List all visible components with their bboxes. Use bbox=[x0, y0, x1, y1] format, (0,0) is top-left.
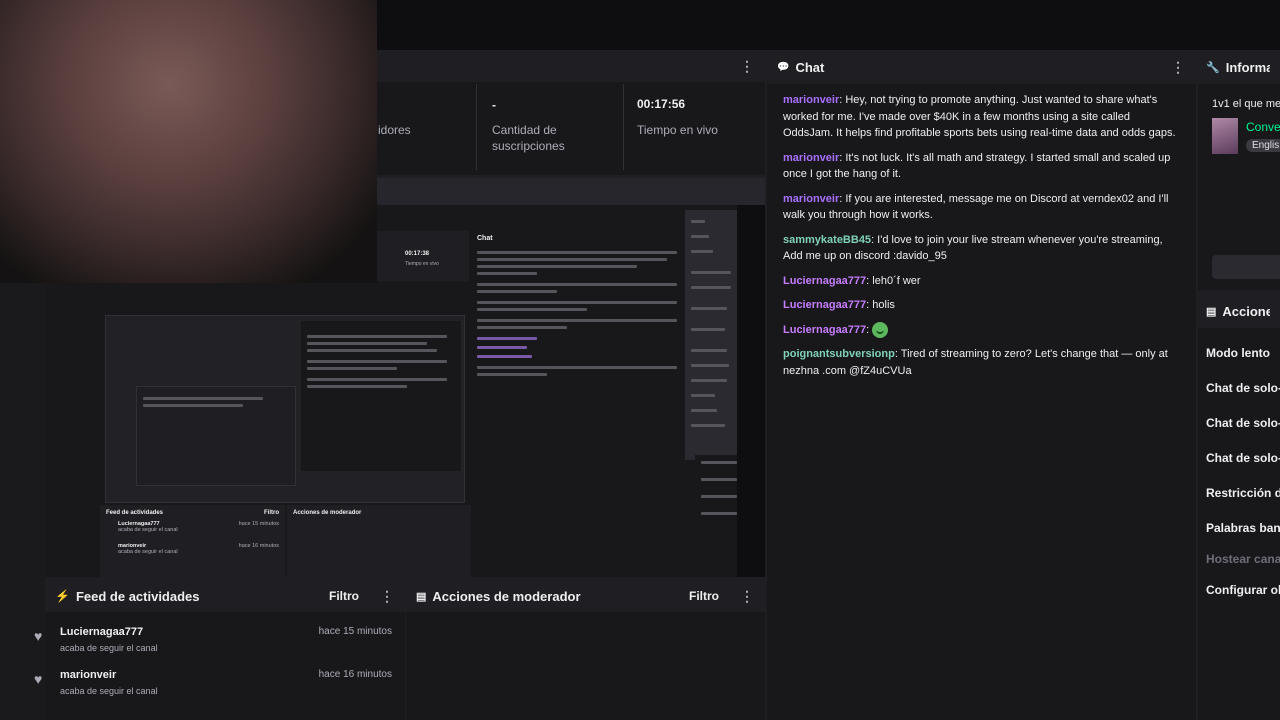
mod-tools-title: Acciones d bbox=[1222, 303, 1270, 319]
stats-more-icon[interactable]: ⋮ bbox=[739, 58, 755, 75]
activity-more-icon[interactable]: ⋮ bbox=[379, 588, 395, 605]
mod-actions-title: Acciones de moderador bbox=[432, 588, 581, 604]
chat-username[interactable]: Luciernagaa777 bbox=[783, 324, 866, 336]
activity-time: hace 15 minutos bbox=[318, 626, 392, 637]
activity-filter-button[interactable]: Filtro bbox=[329, 589, 359, 603]
chat-username[interactable]: Luciernagaa777 bbox=[783, 275, 866, 287]
chat-message: poignantsubversionp: Tired of streaming … bbox=[783, 346, 1180, 379]
chat-message: marionveir: If you are interested, messa… bbox=[783, 191, 1180, 224]
preview-right-edge bbox=[737, 205, 765, 577]
chat-message-list: marionveir: Hey, not trying to promote a… bbox=[767, 84, 1196, 379]
nested-activity-sub: acaba de seguir el canal bbox=[118, 549, 178, 555]
mod-tool-host-channel[interactable]: Hostear cana bbox=[1206, 552, 1280, 566]
chat-username[interactable]: marionveir bbox=[783, 152, 839, 164]
mod-tools-panel: ▤ Acciones d Modo lento Chat de solo- Ch… bbox=[1198, 294, 1280, 720]
mod-tool-banned-words[interactable]: Palabras bane bbox=[1206, 521, 1280, 535]
chat-more-icon[interactable]: ⋮ bbox=[1170, 59, 1186, 76]
left-gutter bbox=[0, 283, 45, 720]
nested-chat-title: Chat bbox=[477, 235, 493, 242]
chat-header: 💬 Chat ⋮ bbox=[767, 50, 1196, 84]
mod-tool-slow-mode[interactable]: Modo lento bbox=[1206, 346, 1270, 360]
stat-subs-label: Cantidad de suscripciones bbox=[492, 123, 565, 153]
nested-live-value: 00:17:38 bbox=[405, 251, 430, 257]
mod-actions-header: ▤ Acciones de moderador Filtro ⋮ bbox=[406, 580, 765, 612]
clipboard-icon: ▤ bbox=[1206, 305, 1217, 318]
nested-live-label: Tiempo en vivo bbox=[405, 261, 439, 267]
document-icon: ▤ bbox=[416, 590, 427, 603]
nested-activity-sub: acaba de seguir el canal bbox=[118, 527, 178, 533]
nested-activity-time: hace 16 minutos bbox=[238, 543, 279, 549]
chat-message: Luciernagaa777: bbox=[783, 321, 1180, 339]
chat-message: marionveir: It's not luck. It's all math… bbox=[783, 150, 1180, 183]
mod-tool-chat-mode[interactable]: Chat de solo- bbox=[1206, 416, 1280, 430]
mod-tool-chat-mode[interactable]: Chat de solo- bbox=[1206, 381, 1280, 395]
edit-info-button[interactable] bbox=[1212, 255, 1280, 279]
mod-tool-restriction[interactable]: Restricción d bbox=[1206, 486, 1280, 500]
nested-mod-list bbox=[695, 455, 737, 577]
stream-info-header: 🔧 Informació bbox=[1198, 50, 1280, 84]
chat-text: : leh0´f wer bbox=[866, 274, 921, 287]
nested-stats: 00:17:38 Tiempo en vivo bbox=[377, 231, 469, 281]
chat-text: : If you are interested, message me on D… bbox=[783, 192, 1169, 222]
activity-feed-header: ⚡ Feed de actividades Filtro ⋮ bbox=[45, 580, 405, 612]
mod-tool-configure[interactable]: Configurar ob bbox=[1206, 583, 1280, 597]
nested-activity: Feed de actividades Filtro Luciernagaa77… bbox=[100, 505, 285, 577]
activity-feed-title: Feed de actividades bbox=[75, 588, 200, 604]
nested-activity-time: hace 15 minutos bbox=[238, 521, 279, 527]
chat-message: Luciernagaa777: leh0´f wer bbox=[783, 273, 1180, 290]
mod-tool-chat-mode[interactable]: Chat de solo- bbox=[1206, 451, 1280, 465]
activity-item: ♥ Luciernagaa777 acaba de seguir el cana… bbox=[34, 626, 394, 653]
chat-username[interactable]: poignantsubversionp bbox=[783, 348, 895, 360]
stat-live-label: Tiempo en vivo bbox=[637, 123, 718, 137]
green-face-emote bbox=[872, 321, 889, 338]
nested-activity-title: Feed de actividades bbox=[106, 510, 164, 516]
chat-panel: 💬 Chat ⋮ marionveir: Hey, not trying to … bbox=[767, 50, 1196, 720]
stat-subs-value: - bbox=[492, 98, 496, 112]
stream-info-panel: 🔧 Informació 1v1 el que me Conve Englis bbox=[1198, 50, 1280, 290]
chat-text: : It's not luck. It's all math and strat… bbox=[783, 151, 1171, 181]
chat-title: Chat bbox=[795, 59, 825, 75]
mod-actions-panel: ▤ Acciones de moderador Filtro ⋮ bbox=[406, 580, 765, 720]
stat-live-value: 00:17:56 bbox=[637, 97, 686, 111]
category-thumbnail[interactable] bbox=[1212, 118, 1238, 154]
activity-item: ♥ marionveir acaba de seguir el canal ha… bbox=[34, 669, 394, 696]
heart-icon: ♥ bbox=[34, 628, 43, 644]
chat-message: Luciernagaa777: holis bbox=[783, 297, 1180, 314]
chat-message: sammykateBB45: I'd love to join your liv… bbox=[783, 232, 1180, 265]
webcam-overlay bbox=[0, 0, 377, 283]
mod-more-icon[interactable]: ⋮ bbox=[739, 588, 755, 605]
activity-time: hace 16 minutos bbox=[318, 669, 392, 680]
chat-username[interactable]: Luciernagaa777 bbox=[783, 299, 866, 311]
heart-icon: ♥ bbox=[34, 671, 43, 687]
language-tag[interactable]: Englis bbox=[1246, 139, 1280, 152]
chat-text: : holis bbox=[866, 299, 895, 311]
mod-filter-button[interactable]: Filtro bbox=[689, 589, 719, 603]
lightning-icon: ⚡ bbox=[55, 589, 70, 603]
chat-bubble-icon: 💬 bbox=[777, 61, 790, 73]
nested-level-2 bbox=[105, 315, 465, 503]
category-link[interactable]: Conve bbox=[1246, 120, 1280, 134]
stat-partial-label: idores bbox=[378, 123, 411, 137]
activity-description: acaba de seguir el canal bbox=[60, 643, 158, 653]
activity-description: acaba de seguir el canal bbox=[60, 686, 158, 696]
stream-title: 1v1 el que me bbox=[1212, 98, 1280, 110]
nested-mod-actions: Acciones de moderador bbox=[287, 505, 471, 577]
stat-divider bbox=[476, 84, 477, 170]
stream-info-title: Informació bbox=[1225, 59, 1270, 75]
chat-username[interactable]: marionveir bbox=[783, 94, 839, 106]
mod-tools-header: ▤ Acciones d bbox=[1198, 294, 1280, 328]
nested-mod-title: Acciones de moderador bbox=[293, 510, 362, 516]
chat-message: marionveir: Hey, not trying to promote a… bbox=[783, 92, 1180, 142]
nested-context-menu bbox=[685, 210, 737, 460]
chat-username[interactable]: sammykateBB45 bbox=[783, 234, 871, 246]
nested-chat: Chat bbox=[471, 231, 689, 577]
wrench-icon: 🔧 bbox=[1206, 61, 1220, 74]
nested-activity-filter: Filtro bbox=[264, 510, 279, 516]
chat-username[interactable]: marionveir bbox=[783, 193, 839, 205]
chat-text: : Hey, not trying to promote anything. J… bbox=[783, 94, 1176, 139]
stat-divider bbox=[623, 84, 624, 170]
